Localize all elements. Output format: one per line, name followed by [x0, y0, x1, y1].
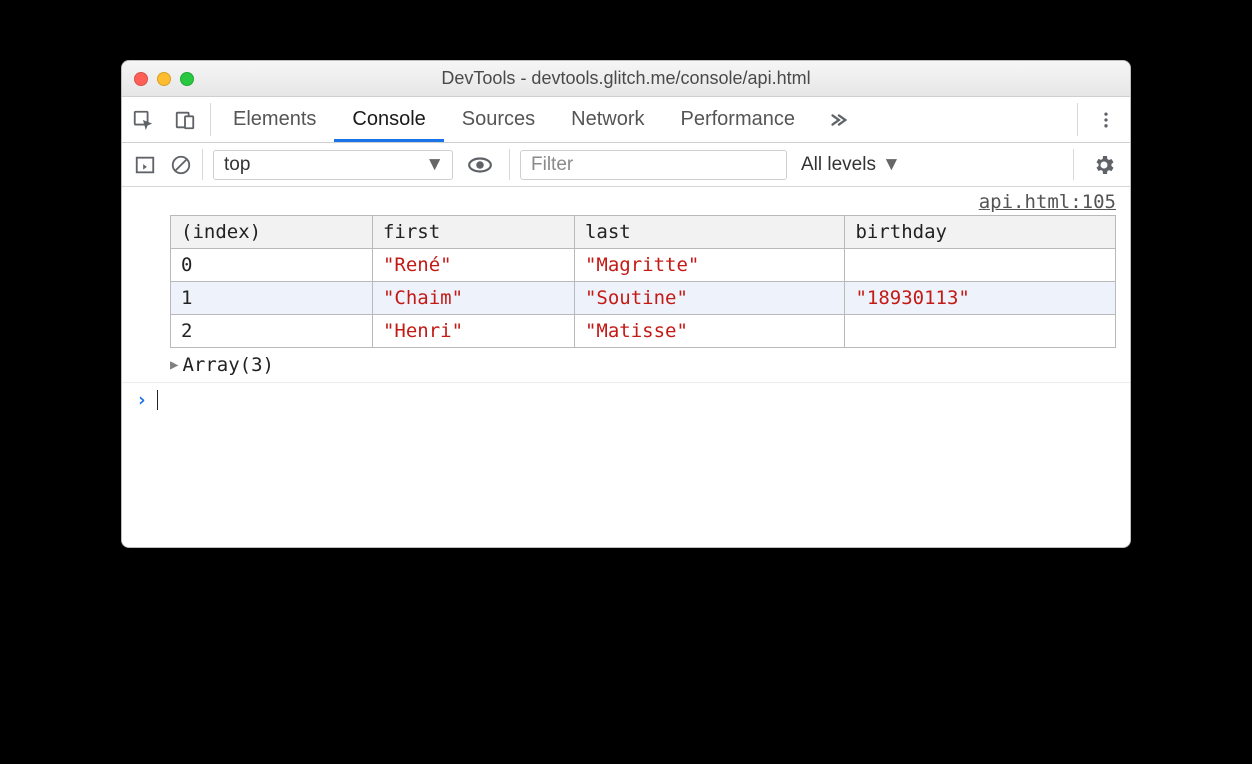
cell-last: "Soutine": [574, 282, 845, 315]
live-expression-button[interactable]: [467, 152, 493, 178]
tab-label: Elements: [233, 108, 316, 131]
log-levels-select[interactable]: All levels ▼: [795, 154, 907, 176]
console-settings-button[interactable]: [1084, 153, 1124, 177]
inspect-element-button[interactable]: [122, 97, 164, 142]
tab-label: Console: [352, 108, 425, 131]
title-bar: DevTools - devtools.glitch.me/console/ap…: [122, 61, 1130, 97]
prompt-chevron-icon: ›: [136, 389, 147, 411]
filter-input[interactable]: [520, 150, 787, 180]
col-first[interactable]: first: [372, 216, 574, 249]
tab-performance[interactable]: Performance: [663, 97, 814, 142]
cell-last: "Magritte": [574, 249, 845, 282]
table-row: 2 "Henri" "Matisse": [171, 315, 1116, 348]
cell-birthday: "18930113": [845, 282, 1116, 315]
close-window-button[interactable]: [134, 72, 148, 86]
cell-index: 0: [171, 249, 373, 282]
console-body: api.html:105 (index) first last birthday…: [122, 187, 1130, 547]
maximize-window-button[interactable]: [180, 72, 194, 86]
col-birthday[interactable]: birthday: [845, 216, 1116, 249]
cell-first: "Henri": [372, 315, 574, 348]
divider: [210, 103, 211, 136]
execution-context-select[interactable]: top ▼: [213, 150, 453, 180]
devtools-menu-button[interactable]: [1082, 97, 1130, 142]
expand-triangle-icon[interactable]: ▶: [170, 357, 178, 373]
devtools-window: DevTools - devtools.glitch.me/console/ap…: [121, 60, 1131, 548]
tab-sources[interactable]: Sources: [444, 97, 553, 142]
object-label: Array(3): [182, 354, 274, 376]
traffic-lights: [134, 72, 194, 86]
tab-label: Performance: [681, 108, 796, 131]
device-toolbar-button[interactable]: [164, 97, 206, 142]
context-value: top: [224, 154, 250, 176]
table-row: 0 "René" "Magritte": [171, 249, 1116, 282]
divider: [1077, 103, 1078, 136]
cell-last: "Matisse": [574, 315, 845, 348]
tab-label: Network: [571, 108, 644, 131]
table-row: 1 "Chaim" "Soutine" "18930113": [171, 282, 1116, 315]
console-prompt[interactable]: ›: [122, 383, 1130, 417]
window-title: DevTools - devtools.glitch.me/console/ap…: [122, 68, 1130, 89]
divider: [202, 149, 203, 180]
log-object-summary[interactable]: ▶ Array(3): [122, 348, 1130, 383]
source-link[interactable]: api.html:105: [122, 187, 1130, 215]
tab-label: Sources: [462, 108, 535, 131]
cell-first: "René": [372, 249, 574, 282]
toggle-console-sidebar-button[interactable]: [134, 154, 156, 176]
devtools-tab-bar: Elements Console Sources Network Perform…: [122, 97, 1130, 143]
console-table: (index) first last birthday 0 "René" "Ma…: [170, 215, 1116, 348]
chevron-down-icon: ▼: [425, 154, 444, 176]
text-cursor: [157, 390, 158, 410]
minimize-window-button[interactable]: [157, 72, 171, 86]
chevron-down-icon: ▼: [882, 154, 901, 176]
cell-index: 1: [171, 282, 373, 315]
col-last[interactable]: last: [574, 216, 845, 249]
divider: [509, 149, 510, 180]
tab-elements[interactable]: Elements: [215, 97, 334, 142]
clear-console-button[interactable]: [170, 154, 192, 176]
cell-index: 2: [171, 315, 373, 348]
console-toolbar: top ▼ All levels ▼: [122, 143, 1130, 187]
divider: [1073, 149, 1074, 180]
cell-birthday: [845, 249, 1116, 282]
levels-label: All levels: [801, 154, 876, 176]
tab-network[interactable]: Network: [553, 97, 662, 142]
tab-console[interactable]: Console: [334, 97, 443, 142]
col-index[interactable]: (index): [171, 216, 373, 249]
more-tabs-button[interactable]: [813, 97, 863, 142]
cell-birthday: [845, 315, 1116, 348]
cell-first: "Chaim": [372, 282, 574, 315]
